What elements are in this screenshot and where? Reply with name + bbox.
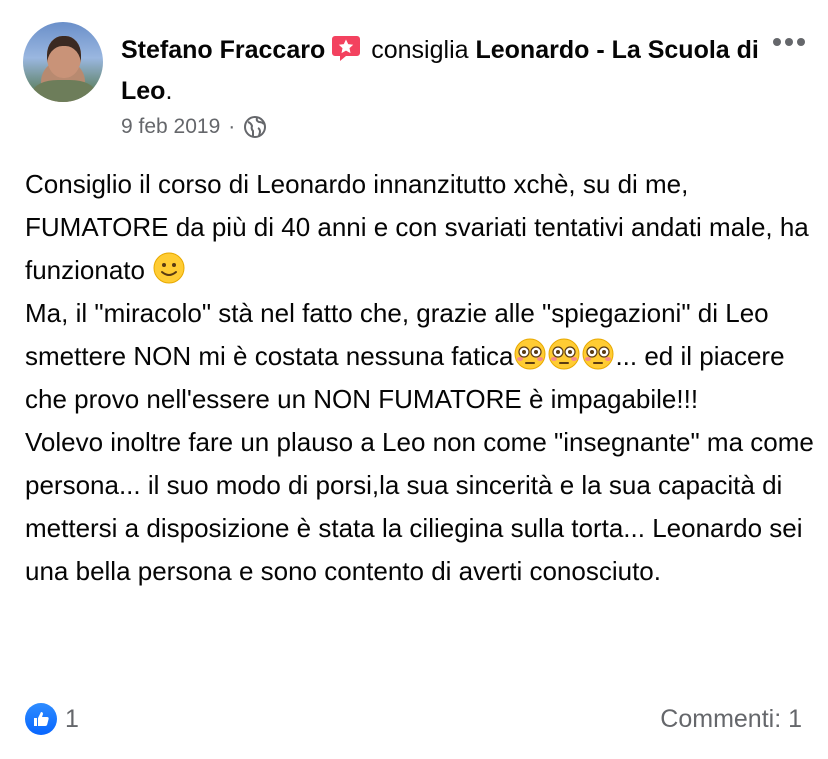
reaction-count: 1 — [65, 704, 79, 733]
flushed-face-icon — [548, 338, 580, 370]
avatar-body — [33, 80, 95, 102]
more-options-icon[interactable] — [772, 36, 806, 48]
page-name-suffix: . — [165, 77, 173, 105]
meta-separator: · — [228, 115, 236, 138]
post-paragraph-2: Ma, il "miracolo" stà nel fatto che, gra… — [25, 292, 815, 421]
flushed-face-icon — [514, 338, 546, 370]
author-avatar[interactable] — [23, 22, 103, 102]
slightly-smiling-face-icon — [153, 252, 185, 284]
flushed-face-icon — [582, 338, 614, 370]
globe-icon — [244, 116, 267, 138]
post-date[interactable]: 9 feb 2019 — [121, 115, 220, 139]
post-action: consiglia — [371, 36, 469, 64]
reactions-summary[interactable]: 1 — [25, 703, 79, 735]
post-paragraph-3: Volevo inoltre fare un plauso a Leo non … — [25, 427, 814, 586]
recommend-badge-icon — [332, 36, 361, 61]
post-header: Stefano Fraccaro consiglia Leonardo - La… — [121, 30, 761, 112]
avatar-face — [47, 36, 81, 78]
like-icon — [25, 703, 57, 735]
post-text-segment: Consiglio il corso di Leonardo innanzitu… — [25, 169, 809, 285]
author-name[interactable]: Stefano Fraccaro — [121, 36, 325, 64]
post-paragraph-1: Consiglio il corso di Leonardo innanzitu… — [25, 163, 815, 292]
post-footer: 1 Commenti: 1 — [25, 703, 802, 735]
post-meta: 9 feb 2019 · — [121, 115, 267, 139]
post-body: Consiglio il corso di Leonardo innanzitu… — [25, 163, 815, 593]
thumbs-up-icon — [34, 712, 49, 726]
comments-count-link[interactable]: Commenti: 1 — [660, 705, 802, 734]
